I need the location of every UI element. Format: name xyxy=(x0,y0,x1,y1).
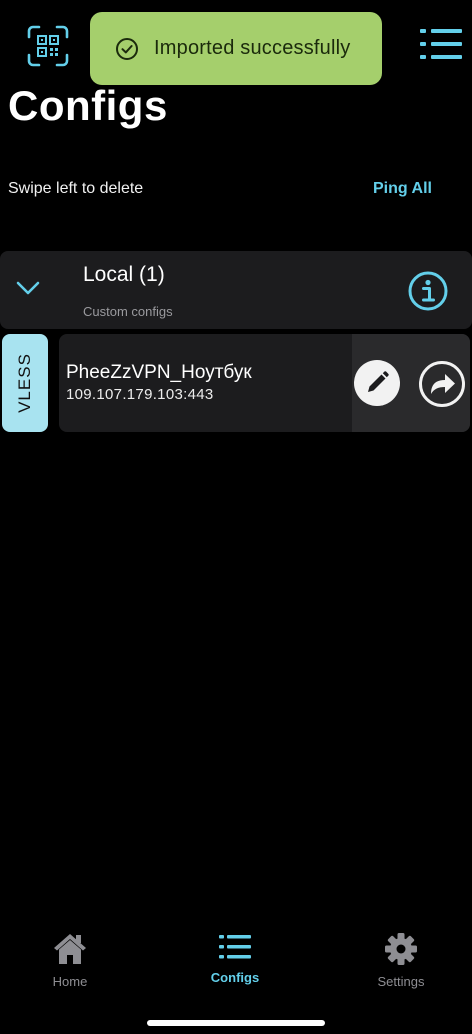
config-item[interactable]: PheeZzVPN_Ноутбук 109.107.179.103:443 xyxy=(59,334,470,432)
config-actions xyxy=(352,334,470,432)
toast-message: Imported successfully xyxy=(154,37,351,59)
menu-list-icon xyxy=(420,29,462,59)
menu-button[interactable] xyxy=(418,26,464,62)
nav-configs[interactable]: Configs xyxy=(190,932,280,985)
group-title: Local (1) xyxy=(83,263,165,286)
qr-scan-button[interactable] xyxy=(26,24,70,68)
config-address: 109.107.179.103:443 xyxy=(66,386,214,403)
house-icon xyxy=(54,934,86,964)
qr-scan-icon xyxy=(27,25,69,67)
protocol-tag: VLESS xyxy=(2,334,48,432)
nav-home[interactable]: Home xyxy=(25,932,115,989)
config-name: PheeZzVPN_Ноутбук xyxy=(66,362,252,383)
protocol-label: VLESS xyxy=(15,353,34,413)
ping-all-button[interactable]: Ping All xyxy=(373,180,432,198)
app-screen: Imported successfully Configs Swipe left… xyxy=(0,0,472,1034)
info-icon[interactable] xyxy=(407,270,449,312)
pencil-icon[interactable] xyxy=(354,360,400,406)
share-arrow-icon[interactable] xyxy=(418,360,466,408)
success-toast: Imported successfully xyxy=(90,12,382,85)
gear-icon xyxy=(385,933,417,965)
page-title: Configs xyxy=(8,82,168,129)
home-indicator[interactable] xyxy=(147,1020,325,1026)
list-icon xyxy=(219,935,251,959)
group-header-local[interactable]: Local (1) Custom configs xyxy=(0,251,472,329)
chevron-down-icon[interactable] xyxy=(14,277,42,299)
nav-configs-label: Configs xyxy=(210,970,260,985)
check-circle-icon xyxy=(116,37,138,60)
swipe-hint: Swipe left to delete xyxy=(8,180,144,197)
nav-settings[interactable]: Settings xyxy=(356,932,446,989)
group-subtitle: Custom configs xyxy=(83,304,173,319)
nav-settings-label: Settings xyxy=(377,974,425,989)
nav-home-label: Home xyxy=(52,974,88,989)
